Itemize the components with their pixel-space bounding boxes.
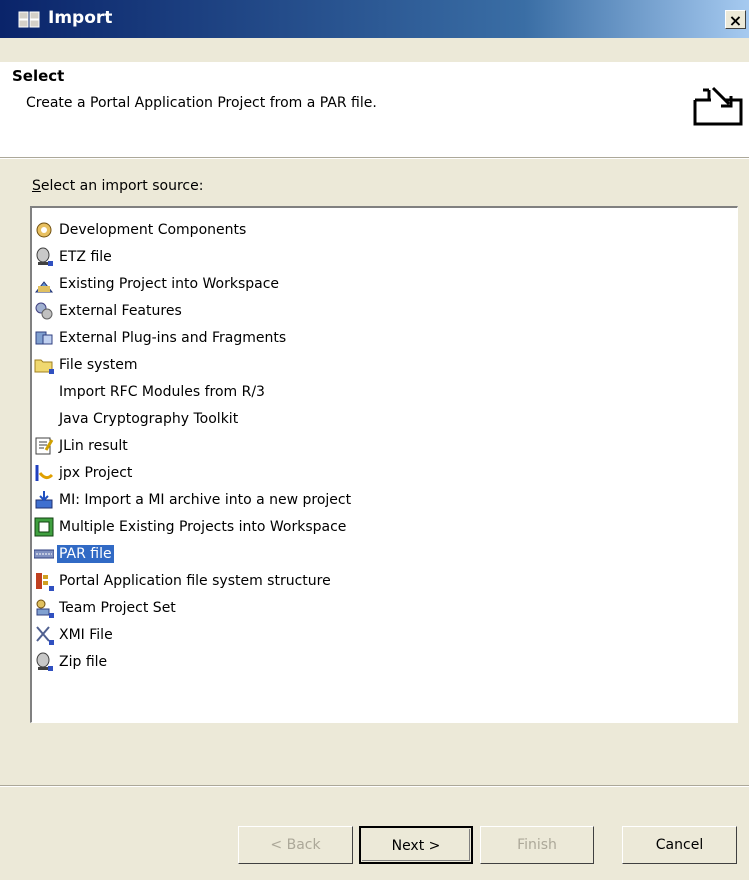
header-separator	[0, 158, 749, 159]
page-title: Select	[12, 67, 65, 85]
list-item-xmi-file[interactable]: XMI File	[34, 623, 115, 647]
import-source-label: Select an import source:	[32, 178, 204, 194]
list-item-multiple-projects[interactable]: Multiple Existing Projects into Workspac…	[34, 515, 348, 539]
back-button[interactable]: < Back	[238, 826, 353, 864]
mi-archive-icon	[35, 491, 53, 509]
team-project-set-icon	[36, 599, 54, 618]
import-arrow-icon	[693, 86, 743, 126]
page-description: Create a Portal Application Project from…	[26, 95, 377, 111]
next-button[interactable]: Next >	[359, 826, 473, 864]
list-item-external-features[interactable]: External Features	[34, 299, 184, 323]
list-item-import-rfc-modules[interactable]: Import RFC Modules from R/3	[57, 380, 267, 404]
list-item-zip-file[interactable]: Zip file	[34, 650, 109, 674]
import-source-list[interactable]: Development Components ETZ file Existing…	[30, 206, 738, 723]
finish-button[interactable]: Finish	[480, 826, 594, 864]
cancel-button[interactable]: Cancel	[622, 826, 737, 864]
list-item-portal-application[interactable]: Portal Application file system structure	[34, 569, 333, 593]
close-icon: ×	[728, 11, 743, 30]
list-item-java-cryptography-toolkit[interactable]: Java Cryptography Toolkit	[57, 407, 240, 431]
existing-project-icon	[34, 281, 54, 293]
title-bar[interactable]: Import ×	[0, 0, 749, 38]
zip-file-icon	[36, 652, 53, 671]
folder-icon	[34, 359, 54, 374]
xmi-file-icon	[36, 626, 54, 645]
list-item-file-system[interactable]: File system	[34, 353, 140, 377]
list-item-mi-archive[interactable]: MI: Import a MI archive into a new proje…	[34, 488, 353, 512]
jlin-icon	[35, 437, 54, 455]
jpx-project-icon	[35, 465, 54, 481]
list-item-existing-project[interactable]: Existing Project into Workspace	[34, 272, 281, 296]
list-item-development-components[interactable]: Development Components	[34, 218, 248, 242]
etz-file-icon	[36, 247, 53, 266]
list-item-jlin-result[interactable]: JLin result	[34, 434, 130, 458]
list-item-par-file[interactable]: PAR file	[34, 542, 114, 566]
window-title: Import	[48, 8, 113, 28]
list-item-jpx-project[interactable]: jpx Project	[34, 461, 134, 485]
list-item-etz-file[interactable]: ETZ file	[34, 245, 114, 269]
wizard-header: Select Create a Portal Application Proje…	[0, 62, 749, 158]
list-item-team-project-set[interactable]: Team Project Set	[34, 596, 178, 620]
list-item-external-plugins[interactable]: External Plug-ins and Fragments	[34, 326, 288, 350]
portal-application-icon	[36, 573, 54, 591]
external-plugins-icon	[35, 331, 53, 345]
import-wizard-icon	[18, 11, 40, 28]
external-features-icon	[35, 302, 53, 320]
development-components-icon	[36, 222, 52, 238]
close-button[interactable]: ×	[725, 10, 746, 30]
multiple-projects-icon	[34, 517, 54, 537]
par-file-icon	[34, 549, 54, 559]
